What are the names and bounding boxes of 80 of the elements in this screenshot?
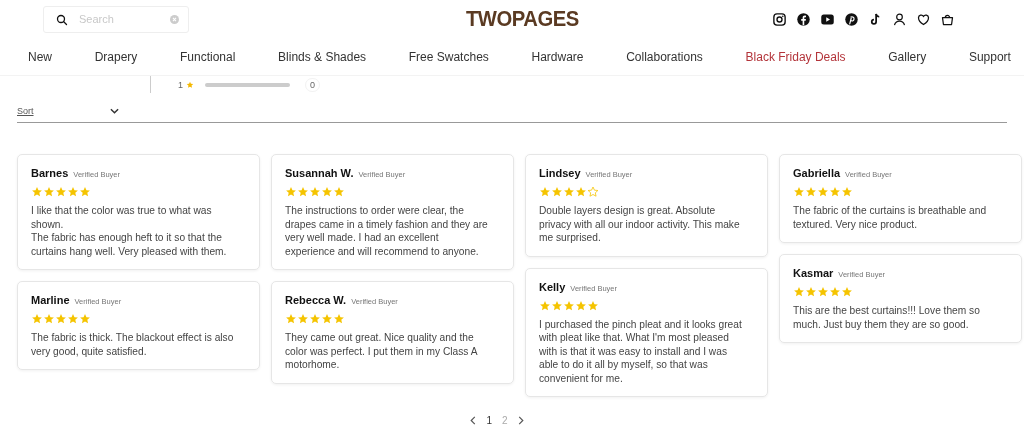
star-icon [43, 313, 55, 325]
star-icon [333, 186, 345, 198]
nav-link[interactable]: New [28, 49, 52, 64]
star-icon [31, 186, 43, 198]
review-text: Double layers design is great. Absolute privacy with all our indoor activity. This make me surprised. [539, 204, 741, 245]
star-icon [285, 313, 297, 325]
star-icon [55, 313, 67, 325]
nav-link[interactable]: Gallery [888, 49, 927, 64]
star-icon [551, 299, 563, 312]
star-icon [551, 186, 563, 198]
star-icon [575, 186, 587, 198]
review-text: They came out great. Nice quality and the color was perfect. I put them in my Class A motorhome. [285, 331, 479, 372]
chevron-right-icon[interactable] [517, 416, 524, 425]
sort-dropdown[interactable]: Sort [17, 106, 119, 116]
reviewer-name: Kelly [539, 280, 566, 293]
star-icon [297, 313, 309, 325]
star-icon [829, 186, 841, 198]
star-icon [309, 313, 321, 325]
star-icon [186, 80, 194, 89]
chevron-left-icon[interactable] [470, 416, 477, 425]
star-icon [309, 186, 321, 198]
user-icon[interactable] [892, 11, 907, 27]
review-text: The instructions to order were clear, the drapes came in a timely fashion and they are very well made. I had an excellent experience and will recommend to anyone. [285, 204, 489, 258]
star-icon [575, 299, 587, 312]
star-icon [841, 186, 853, 198]
star-icon [829, 286, 841, 298]
chevron-down-icon [109, 108, 119, 114]
star-icon [285, 186, 297, 198]
star-icon [539, 186, 551, 198]
star-icon [793, 186, 805, 198]
star-icon [805, 286, 817, 298]
facebook-icon[interactable] [796, 11, 811, 27]
nav-link[interactable]: Black Friday Deals [745, 49, 846, 64]
pinterest-icon[interactable] [844, 11, 859, 27]
star-icon [563, 299, 575, 312]
nav-link[interactable]: Functional [180, 49, 236, 64]
star-icon [79, 313, 91, 325]
reviewer-name: Susannah W. [285, 167, 354, 179]
reviewer-name: Rebecca W. [285, 294, 347, 306]
star-icon [321, 186, 333, 198]
nav-link[interactable]: Drapery [94, 49, 138, 64]
nav-link[interactable]: Blinds & Shades [278, 49, 367, 64]
heart-icon[interactable] [916, 11, 931, 27]
search-icon [56, 13, 68, 26]
reviewer-name: Lindsey [539, 167, 581, 179]
star-icon [297, 186, 309, 198]
nav-link[interactable]: Support [968, 49, 1011, 64]
nav-link[interactable]: Free Swatches [408, 49, 489, 64]
rating-label: 1 [178, 79, 183, 90]
star-icon [805, 186, 817, 198]
logo[interactable]: TWOPAGES [465, 6, 579, 32]
star-icon [67, 186, 79, 198]
review-text: I purchased the pinch pleat and it looks great with pleat like that. What I'm most pleased with is that it was easy to install and I was able to do it all by myself, so that was convenient for me. [539, 317, 743, 385]
star-icon [321, 313, 333, 325]
star-icon [817, 186, 829, 198]
star-icon [587, 299, 599, 312]
reviewer-name: Barnes [31, 167, 69, 179]
review-text: This are the best curtains!!! Love them so much. Just buy them they are so good. [793, 304, 981, 331]
star-icon [31, 313, 43, 325]
reviewer-name: Marline [31, 294, 70, 306]
nav-link[interactable]: Hardware [531, 49, 584, 64]
star-icon [563, 186, 575, 198]
star-icon [79, 186, 91, 198]
review-text: The fabric of the curtains is breathable and textured. Very nice product. [793, 204, 988, 231]
instagram-icon[interactable] [772, 11, 787, 27]
star-icon [539, 299, 551, 312]
nav-link[interactable]: Collaborations [626, 49, 703, 64]
review-text: I like that the color was true to what was shown. The fabric has enough heft to it so that the curtains hang well. Very pleased with them. [31, 204, 228, 258]
star-icon [793, 286, 805, 298]
star-icon [43, 186, 55, 198]
star-icon [67, 313, 79, 325]
reviewer-name: Kasmar [793, 267, 834, 279]
star-icon [55, 186, 67, 198]
star-icon [841, 286, 853, 298]
star-icon [333, 313, 345, 325]
star-icon [817, 286, 829, 298]
star-icon [587, 186, 599, 198]
page-link[interactable]: 1 [486, 415, 492, 426]
review-text: The fabric is thick. The blackout effect is also very good, quite satisfied. [31, 331, 235, 358]
reviewer-name: Gabriella [793, 167, 841, 179]
